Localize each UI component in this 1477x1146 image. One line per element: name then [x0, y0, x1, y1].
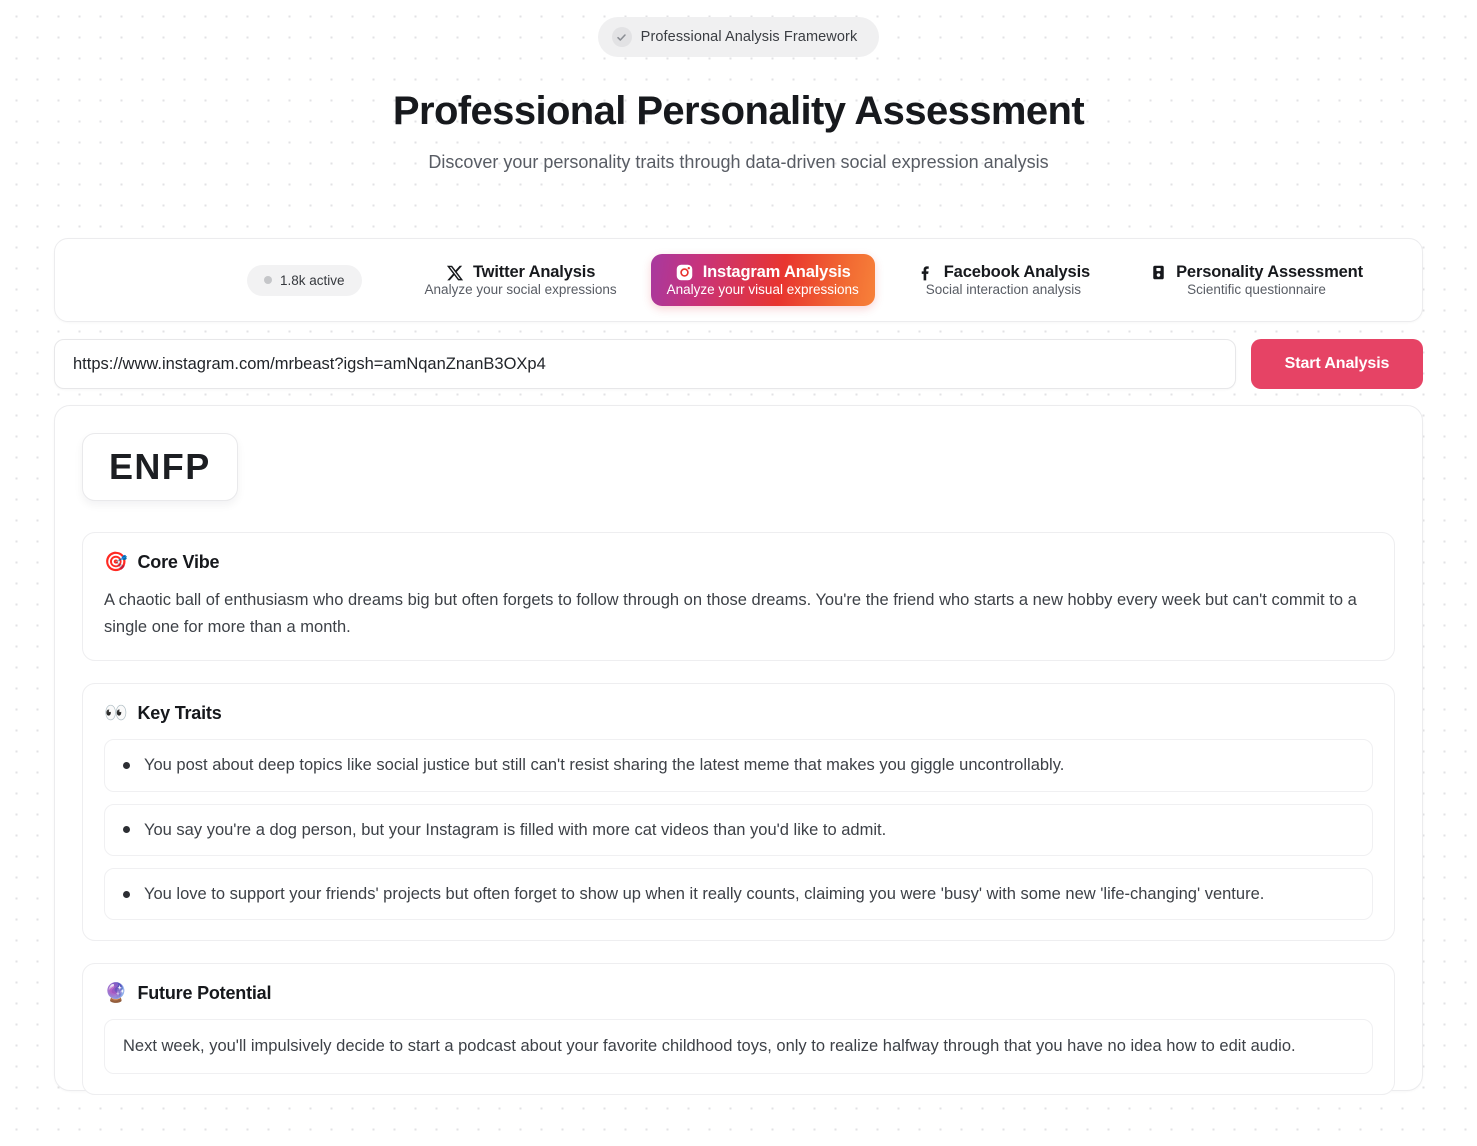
url-input-row: Start Analysis — [54, 339, 1423, 389]
framework-badge-label: Professional Analysis Framework — [640, 29, 858, 45]
tab-twitter-analysis[interactable]: Twitter Analysis Analyze your social exp… — [409, 254, 633, 306]
tab-instagram-label: Instagram Analysis — [702, 263, 851, 281]
trait-text: You post about deep topics like social j… — [144, 756, 1065, 775]
active-users-label: 1.8k active — [280, 272, 345, 288]
clipboard-icon — [1150, 264, 1167, 281]
tab-facebook-label: Facebook Analysis — [943, 263, 1091, 281]
key-traits-section: 👀 Key Traits You post about deep topics … — [82, 683, 1395, 942]
page-title: Professional Personality Assessment — [392, 89, 1085, 133]
bullet-icon — [123, 762, 130, 770]
platform-tabs: Twitter Analysis Analyze your social exp… — [409, 254, 1379, 306]
tab-facebook-analysis[interactable]: Facebook Analysis Social interaction ana… — [901, 254, 1106, 306]
key-traits-list: You post about deep topics like social j… — [104, 739, 1373, 921]
future-potential-header: 🔮 Future Potential — [104, 983, 1373, 1004]
list-item: You post about deep topics like social j… — [104, 739, 1373, 792]
core-vibe-section: 🎯 Core Vibe A chaotic ball of enthusiasm… — [82, 532, 1395, 662]
key-traits-header: 👀 Key Traits — [104, 703, 1373, 724]
twitter-x-icon — [446, 264, 464, 282]
profile-url-input[interactable] — [54, 339, 1236, 389]
tab-personality-assessment[interactable]: Personality Assessment Scientific questi… — [1134, 254, 1379, 306]
page-subtitle: Discover your personality traits through… — [428, 152, 1049, 172]
platform-selector-card: 1.8k active Twitter Analysis Analyze you… — [54, 238, 1423, 322]
bullet-icon — [123, 890, 130, 898]
eyes-icon: 👀 — [104, 703, 128, 725]
future-potential-title: Future Potential — [137, 983, 272, 1004]
facebook-icon — [917, 264, 935, 282]
list-item: You love to support your friends' projec… — [104, 867, 1373, 921]
framework-badge-container: Professional Analysis Framework — [0, 0, 1477, 57]
tab-personality-sublabel: Scientific questionnaire — [1187, 282, 1326, 297]
start-analysis-button[interactable]: Start Analysis — [1251, 339, 1423, 389]
crystal-ball-icon: 🔮 — [104, 983, 128, 1005]
active-status-dot — [264, 276, 272, 284]
dart-target-icon: 🎯 — [104, 552, 128, 573]
bullet-icon — [123, 826, 130, 834]
personality-type-badge: ENFP — [82, 433, 238, 501]
core-vibe-body: A chaotic ball of enthusiasm who dreams … — [104, 591, 1357, 636]
core-vibe-header: 🎯 Core Vibe — [104, 552, 1373, 573]
tab-twitter-sublabel: Analyze your social expressions — [424, 282, 617, 297]
future-potential-box: Next week, you'll impulsively decide to … — [104, 1019, 1373, 1075]
trait-text: You say you're a dog person, but your In… — [144, 820, 887, 839]
framework-badge: Professional Analysis Framework — [597, 17, 880, 57]
tab-instagram-sublabel: Analyze your visual expressions — [666, 282, 859, 297]
future-potential-body: Next week, you'll impulsively decide to … — [123, 1037, 1296, 1056]
tab-personality-label: Personality Assessment — [1176, 263, 1363, 281]
future-potential-section: 🔮 Future Potential Next week, you'll imp… — [82, 963, 1395, 1096]
results-panel: ENFP 🎯 Core Vibe A chaotic ball of enthu… — [54, 405, 1423, 1096]
check-icon — [611, 27, 632, 47]
trait-text: You love to support your friends' projec… — [144, 884, 1265, 903]
instagram-icon — [675, 263, 694, 282]
core-vibe-title: Core Vibe — [137, 552, 220, 572]
tab-facebook-sublabel: Social interaction analysis — [925, 282, 1082, 297]
tab-instagram-analysis[interactable]: Instagram Analysis Analyze your visual e… — [650, 254, 875, 306]
tab-twitter-label: Twitter Analysis — [472, 263, 596, 281]
list-item: You say you're a dog person, but your In… — [104, 803, 1373, 856]
key-traits-title: Key Traits — [137, 703, 222, 724]
active-users-badge: 1.8k active — [247, 264, 362, 296]
